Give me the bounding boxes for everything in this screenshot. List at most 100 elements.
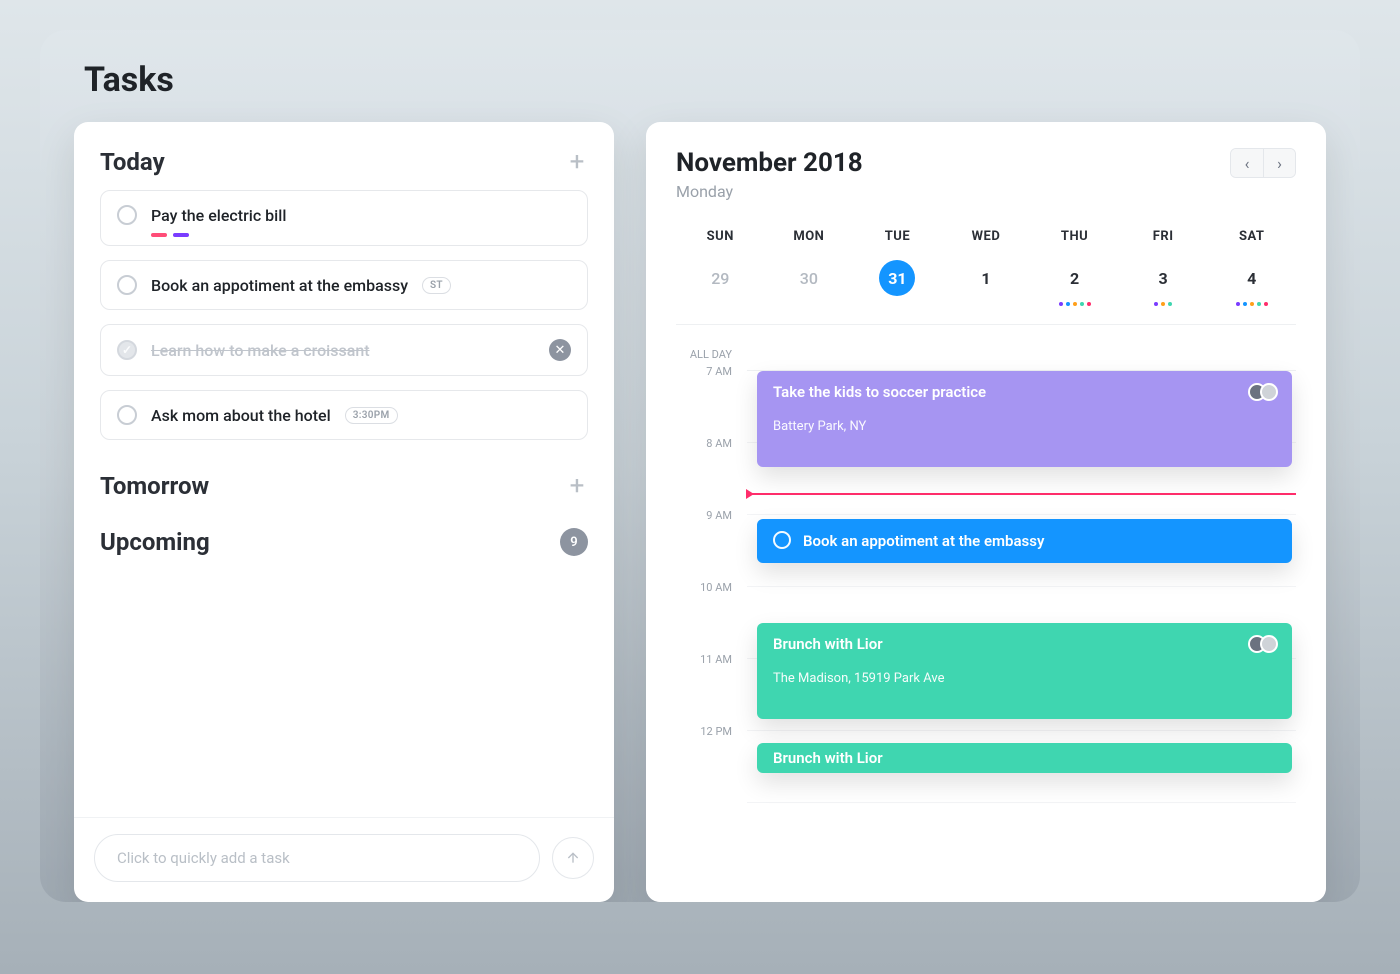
event-title: Take the kids to soccer practice <box>773 383 1276 401</box>
date-row: 29 30 31 1 2 3 4 <box>676 260 1296 325</box>
dot-icon <box>1087 302 1091 306</box>
event-avatars <box>1254 635 1278 653</box>
avatar <box>1260 383 1278 401</box>
date-cell[interactable]: 4 <box>1207 260 1296 306</box>
section-upcoming-header: Upcoming 9 <box>100 528 588 556</box>
arrow-up-icon <box>565 850 581 866</box>
calendar-title: November 2018 <box>676 148 863 178</box>
avatar <box>1260 635 1278 653</box>
dot-icon <box>1243 302 1247 306</box>
date-number: 4 <box>1234 260 1270 296</box>
event-avatars <box>1254 383 1278 401</box>
section-tomorrow-header: Tomorrow + <box>100 472 588 500</box>
weekday-label: SUN <box>676 229 765 244</box>
weekday-row: SUN MON TUE WED THU FRI SAT <box>676 229 1296 244</box>
dot-icon <box>1066 302 1070 306</box>
events-column: Take the kids to soccer practice Battery… <box>746 337 1296 803</box>
section-today-header: Today + <box>100 148 588 176</box>
date-number: 30 <box>791 260 827 296</box>
date-cell[interactable]: 2 <box>1030 260 1119 306</box>
calendar-prev-button[interactable]: ‹ <box>1231 149 1263 177</box>
date-cell[interactable]: 30 <box>765 260 854 306</box>
date-cell[interactable]: 31 <box>853 260 942 306</box>
time-label: 9 AM <box>676 509 746 581</box>
task-title: Book an appotiment at the embassy <box>151 276 408 295</box>
task-checkbox[interactable] <box>117 405 137 425</box>
chevron-right-icon: › <box>1277 154 1282 173</box>
current-time-indicator <box>747 493 1296 495</box>
calendar-panel: November 2018 Monday ‹ › SUN MON TUE WED… <box>646 122 1326 902</box>
calendar-nav: ‹ › <box>1230 148 1296 178</box>
task-tags <box>151 233 189 237</box>
time-label: 12 PM <box>676 725 746 797</box>
section-upcoming-title: Upcoming <box>100 528 210 556</box>
task-checkbox[interactable] <box>117 340 137 360</box>
task-title: Ask mom about the hotel <box>151 406 331 425</box>
weekday-label: THU <box>1030 229 1119 244</box>
date-cell[interactable]: 29 <box>676 260 765 306</box>
weekday-label: WED <box>942 229 1031 244</box>
section-today-title: Today <box>100 148 165 176</box>
dot-icon <box>1073 302 1077 306</box>
dot-icon <box>1236 302 1240 306</box>
date-number: 1 <box>968 260 1004 296</box>
tag-dash-icon <box>151 233 167 237</box>
task-item[interactable]: Learn how to make a croissant ✕ <box>100 324 588 376</box>
quick-add-submit[interactable] <box>552 837 594 879</box>
date-dots <box>1059 302 1091 306</box>
event-title: Book an appotiment at the embassy <box>803 532 1044 550</box>
weekday-label: FRI <box>1119 229 1208 244</box>
section-tomorrow-title: Tomorrow <box>100 472 209 500</box>
calendar-subtitle: Monday <box>676 182 863 201</box>
time-label: 8 AM <box>676 437 746 509</box>
date-number: 3 <box>1145 260 1181 296</box>
task-checkbox[interactable] <box>117 275 137 295</box>
time-label: 10 AM <box>676 581 746 653</box>
date-number: 31 <box>879 260 915 296</box>
dot-icon <box>1168 302 1172 306</box>
dot-icon <box>1264 302 1268 306</box>
time-label: 7 AM <box>676 365 746 437</box>
weekday-label: SAT <box>1207 229 1296 244</box>
add-today-button[interactable]: + <box>566 151 588 173</box>
date-dots <box>1154 302 1172 306</box>
task-checkbox[interactable] <box>117 205 137 225</box>
add-tomorrow-button[interactable]: + <box>566 475 588 497</box>
task-item[interactable]: Pay the electric bill <box>100 190 588 246</box>
date-number: 2 <box>1057 260 1093 296</box>
weekday-label: TUE <box>853 229 942 244</box>
weekday-label: MON <box>765 229 854 244</box>
close-icon: ✕ <box>555 343 566 358</box>
page-title: Tasks <box>74 30 1326 122</box>
task-badge: ST <box>422 277 451 294</box>
task-title: Pay the electric bill <box>151 206 286 225</box>
chevron-left-icon: ‹ <box>1245 154 1250 173</box>
task-title: Learn how to make a croissant <box>151 341 535 360</box>
upcoming-count-badge: 9 <box>560 528 588 556</box>
app-frame: Tasks Today + Pay the electric bill <box>40 30 1360 902</box>
date-dots <box>1236 302 1268 306</box>
dot-icon <box>1059 302 1063 306</box>
date-cell[interactable]: 1 <box>942 260 1031 306</box>
quick-add-input[interactable] <box>94 834 540 882</box>
dot-icon <box>1257 302 1261 306</box>
task-remove-button[interactable]: ✕ <box>549 339 571 361</box>
date-number: 29 <box>702 260 738 296</box>
time-label: 11 AM <box>676 653 746 725</box>
event-brunch[interactable]: Brunch with Lior The Madison, 15919 Park… <box>757 623 1292 719</box>
task-item[interactable]: Book an appotiment at the embassy ST <box>100 260 588 310</box>
dot-icon <box>1154 302 1158 306</box>
event-embassy[interactable]: Book an appotiment at the embassy <box>757 519 1292 563</box>
event-checkbox[interactable] <box>773 531 791 549</box>
dot-icon <box>1250 302 1254 306</box>
tasks-panel: Today + Pay the electric bill <box>74 122 614 902</box>
event-location: The Madison, 15919 Park Ave <box>773 671 1276 686</box>
event-brunch-2[interactable]: Brunch with Lior <box>757 743 1292 773</box>
event-soccer[interactable]: Take the kids to soccer practice Battery… <box>757 371 1292 467</box>
calendar-next-button[interactable]: › <box>1263 149 1295 177</box>
task-item[interactable]: Ask mom about the hotel 3:30PM <box>100 390 588 440</box>
quick-add-row <box>74 817 614 902</box>
event-title: Brunch with Lior <box>773 749 1276 767</box>
dot-icon <box>1161 302 1165 306</box>
date-cell[interactable]: 3 <box>1119 260 1208 306</box>
